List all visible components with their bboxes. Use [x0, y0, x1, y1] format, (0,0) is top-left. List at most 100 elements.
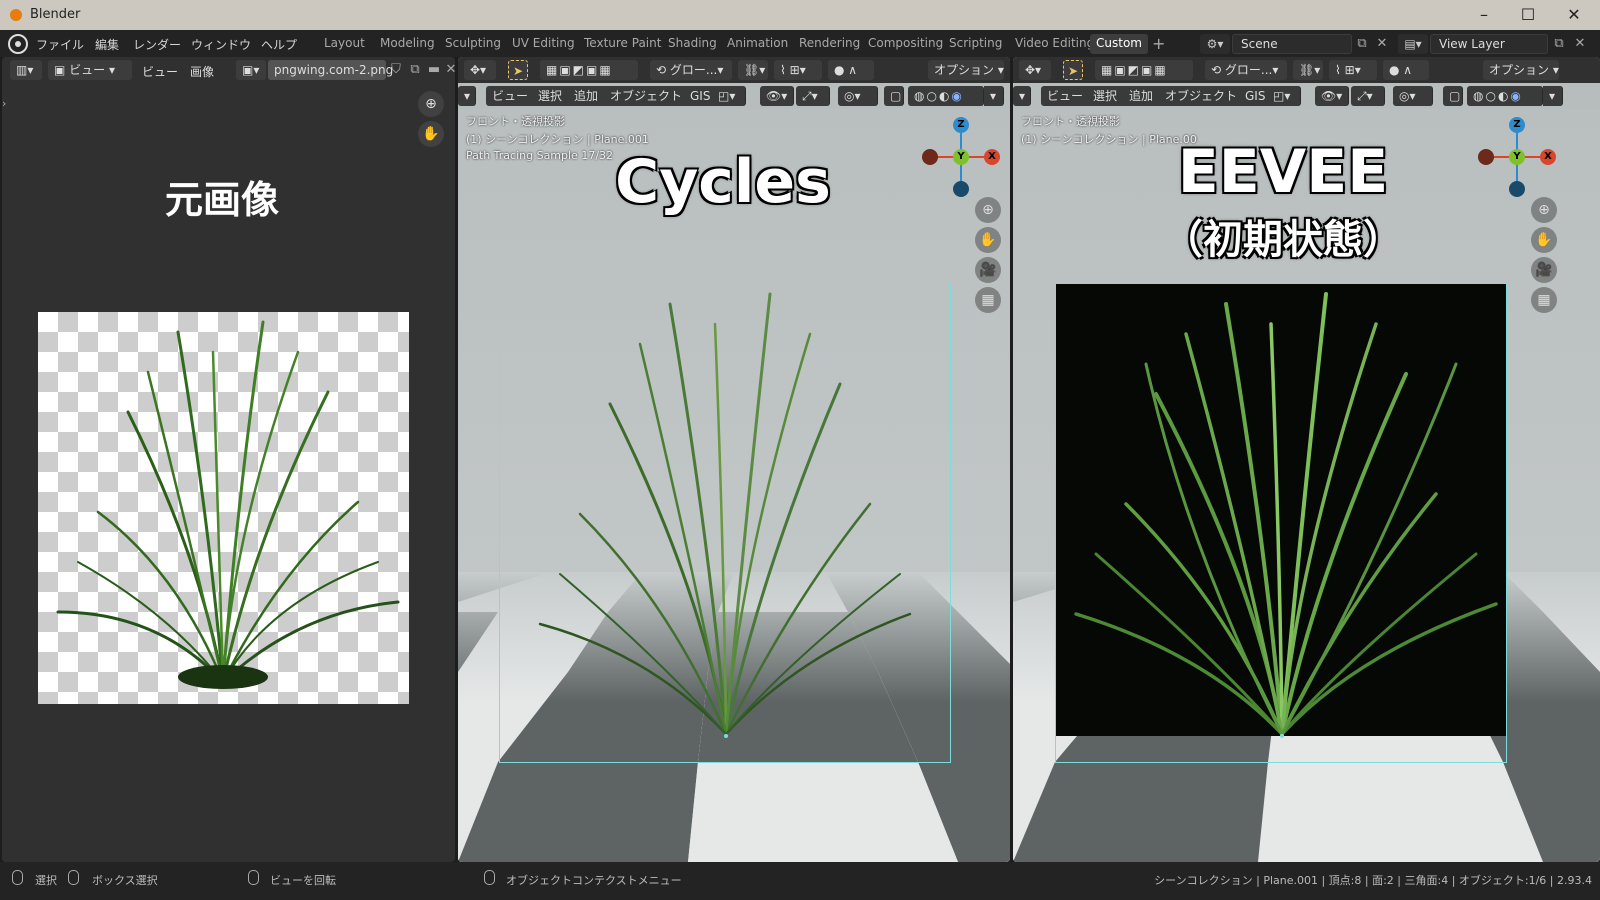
sidebar-toggle-icon[interactable]: › — [2, 97, 6, 110]
menu-object[interactable]: オブジェクト — [1159, 86, 1245, 106]
maximize-button[interactable]: ☐ — [1506, 2, 1550, 28]
tab-animation[interactable]: Animation — [721, 34, 794, 54]
camera-view-icon[interactable]: 🎥 — [1531, 257, 1557, 283]
options-dropdown[interactable]: オプション ▾ — [928, 60, 1004, 80]
menu-edit[interactable]: 編集 — [95, 36, 119, 53]
delete-view-layer-icon[interactable]: ✕ — [1572, 36, 1588, 52]
gis-tool-icon[interactable]: ◰▾ — [712, 86, 746, 106]
pan-hand-icon[interactable]: ✋ — [975, 227, 1001, 253]
zoom-icon[interactable]: ⊕ — [975, 197, 1001, 223]
orientation-dropdown[interactable]: ⟲ グロー...▾ — [1205, 60, 1287, 80]
gizmo-z-icon[interactable]: Z — [1509, 117, 1525, 133]
pan-hand-icon[interactable]: ✋ — [1531, 227, 1557, 253]
scene-selector-icon[interactable]: ⚙▾ — [1200, 34, 1230, 54]
select-mode-icons[interactable]: ▦▣◩▣▦ — [1095, 60, 1193, 80]
tab-scripting[interactable]: Scripting — [943, 34, 1008, 54]
minimize-button[interactable]: – — [1462, 2, 1506, 28]
menu-select[interactable]: 選択 — [532, 86, 570, 106]
blender-menu-icon[interactable] — [8, 34, 28, 54]
tab-video-editing[interactable]: Video Editing — [1009, 34, 1100, 54]
gizmo-neg-x-icon[interactable] — [1478, 149, 1494, 165]
proportional-edit-icon[interactable]: ● ∧ — [1383, 60, 1429, 80]
image-filename-field[interactable]: pngwing.com-2.png — [268, 60, 393, 80]
tab-shading[interactable]: Shading — [662, 34, 723, 54]
view-layer-selector-icon[interactable]: ▤▾ — [1398, 34, 1428, 54]
menu-help[interactable]: ヘルプ — [261, 36, 297, 53]
delete-scene-icon[interactable]: ✕ — [1374, 36, 1390, 52]
menu-file[interactable]: ファイル — [36, 36, 84, 53]
close-button[interactable]: ✕ — [1552, 2, 1596, 28]
menu-view[interactable]: ビュー — [142, 63, 178, 80]
menu-select[interactable]: 選択 — [1087, 86, 1125, 106]
new-scene-icon[interactable]: ⧉ — [1354, 36, 1370, 52]
scene-name-field[interactable]: Scene — [1232, 34, 1352, 54]
editor-type-icon[interactable]: ▥▾ — [10, 60, 42, 80]
image-mode-dropdown[interactable]: ▣ ビュー ▾ — [48, 60, 132, 80]
collapse-menu-icon[interactable]: ▾ — [1013, 86, 1031, 106]
pivot-icon[interactable]: ⛓▾ — [738, 60, 768, 80]
shading-options-icon[interactable]: ▾ — [984, 86, 1004, 106]
add-workspace-icon[interactable]: + — [1152, 34, 1165, 53]
image-editor-canvas[interactable]: › ⊕ ✋ 元画像 — [2, 87, 455, 862]
pan-hand-icon[interactable]: ✋ — [418, 121, 444, 147]
menu-view[interactable]: ビュー — [486, 86, 536, 106]
xray-icon[interactable]: ▢ — [884, 86, 904, 106]
options-dropdown[interactable]: オプション ▾ — [1483, 60, 1559, 80]
menu-render[interactable]: レンダー — [133, 36, 181, 53]
tab-custom[interactable]: Custom — [1090, 34, 1148, 54]
gizmo-x-icon[interactable]: X — [1540, 149, 1556, 165]
zoom-icon[interactable]: ⊕ — [418, 91, 444, 117]
view-layer-field[interactable]: View Layer — [1430, 34, 1548, 54]
unlink-image-icon[interactable]: ✕ — [443, 62, 455, 78]
ortho-grid-icon[interactable]: ▦ — [975, 287, 1001, 313]
tab-modeling[interactable]: Modeling — [374, 34, 441, 54]
ortho-grid-icon[interactable]: ▦ — [1531, 287, 1557, 313]
tab-layout[interactable]: Layout — [318, 34, 371, 54]
pivot-icon[interactable]: ⛓▾ — [1293, 60, 1323, 80]
editor-type-icon[interactable]: ✥▾ — [464, 60, 496, 80]
select-tool-icon[interactable]: ➤ — [1063, 60, 1083, 80]
gizmo-neg-z-icon[interactable] — [1509, 181, 1525, 197]
menu-image[interactable]: 画像 — [190, 63, 214, 80]
menu-add[interactable]: 追加 — [1123, 86, 1161, 106]
shading-mode-icons[interactable]: ◍○◐◉ — [908, 86, 984, 106]
gizmo-neg-z-icon[interactable] — [953, 181, 969, 197]
visibility-eye-icon[interactable]: 👁▾ — [760, 86, 794, 106]
shading-options-icon[interactable]: ▾ — [1543, 86, 1563, 106]
gizmo-z-icon[interactable]: Z — [953, 117, 969, 133]
overlays-icon[interactable]: ◎▾ — [1393, 86, 1433, 106]
tab-rendering[interactable]: Rendering — [793, 34, 866, 54]
menu-add[interactable]: 追加 — [568, 86, 606, 106]
open-image-folder-icon[interactable]: ▬ — [426, 62, 442, 78]
overlays-icon[interactable]: ◎▾ — [838, 86, 878, 106]
proportional-edit-icon[interactable]: ● ∧ — [828, 60, 874, 80]
snapping-icon[interactable]: ⌇ ⊞▾ — [774, 60, 822, 80]
image-browse-icon[interactable]: ▣▾ — [236, 60, 266, 80]
viewport-eevee-canvas[interactable]: フロント・透視投影 (1) シーンコレクション | Plane.00 EEVEE… — [1013, 109, 1600, 862]
gizmo-toggle-icon[interactable]: ⤢▾ — [1351, 86, 1385, 106]
menu-view[interactable]: ビュー — [1041, 86, 1091, 106]
gizmo-y-icon[interactable]: Y — [1509, 149, 1525, 165]
gizmo-y-icon[interactable]: Y — [953, 149, 969, 165]
tab-sculpting[interactable]: Sculpting — [439, 34, 507, 54]
viewport-cycles-canvas[interactable]: フロント・透視投影 (1) シーンコレクション | Plane.001 Path… — [458, 109, 1010, 862]
zoom-icon[interactable]: ⊕ — [1531, 197, 1557, 223]
gis-tool-icon[interactable]: ◰▾ — [1267, 86, 1301, 106]
tab-uv-editing[interactable]: UV Editing — [506, 34, 581, 54]
xray-icon[interactable]: ▢ — [1443, 86, 1463, 106]
menu-window[interactable]: ウィンドウ — [191, 36, 251, 53]
select-mode-icons[interactable]: ▦▣◩▣▦ — [540, 60, 638, 80]
editor-type-icon[interactable]: ✥▾ — [1019, 60, 1051, 80]
select-tool-icon[interactable]: ➤ — [508, 60, 528, 80]
camera-view-icon[interactable]: 🎥 — [975, 257, 1001, 283]
tab-texture-paint[interactable]: Texture Paint — [578, 34, 667, 54]
gizmo-neg-x-icon[interactable] — [922, 149, 938, 165]
new-image-icon[interactable]: ⧉ — [407, 62, 423, 78]
orientation-dropdown[interactable]: ⟲ グロー...▾ — [650, 60, 732, 80]
menu-object[interactable]: オブジェクト — [604, 86, 690, 106]
snapping-icon[interactable]: ⌇ ⊞▾ — [1329, 60, 1377, 80]
shading-mode-icons[interactable]: ◍○◐◉ — [1467, 86, 1543, 106]
fake-user-shield-icon[interactable]: ⛉ — [388, 62, 404, 78]
collapse-menu-icon[interactable]: ▾ — [458, 86, 476, 106]
visibility-eye-icon[interactable]: 👁▾ — [1315, 86, 1349, 106]
